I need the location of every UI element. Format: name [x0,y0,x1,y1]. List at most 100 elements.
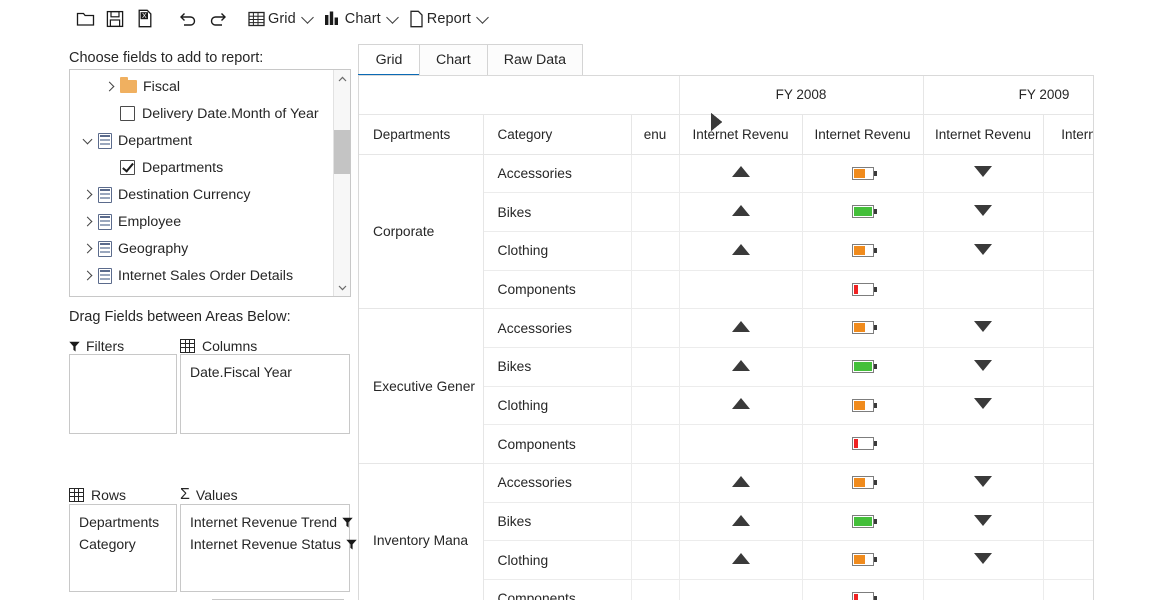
value-cell [1043,270,1094,310]
tab-chart[interactable]: Chart [419,44,488,75]
field-panel: Choose fields to add to report: Fiscal De… [0,37,357,600]
pivot-column-header[interactable]: Internet Rever [1043,114,1093,155]
values-dropzone[interactable]: Internet Revenue Trend Internet Revenue S… [180,504,357,592]
category-cell: Bikes [483,192,632,232]
save-icon[interactable] [100,4,130,34]
value-cell [679,192,803,232]
grid-menu-label: Grid [268,10,296,27]
status-gauge-icon [851,243,878,257]
rows-dropzone[interactable]: Departments Category [69,504,177,592]
value-cell [1043,463,1093,503]
trend-down-icon [974,166,993,178]
table-icon [98,186,112,203]
pivot-grid[interactable]: FY 2008 FY 2009 Departments Category enu Int… [358,75,1094,600]
field-chip[interactable]: Departments [79,511,167,533]
collapse-down-icon[interactable] [76,134,98,146]
field-tree-node[interactable]: Internet Sales Order Details [70,262,332,289]
field-tree-node[interactable]: Destination Currency [70,181,332,208]
grid-icon [180,339,195,353]
export-excel-icon[interactable]: X [130,4,160,34]
columns-title: Columns [202,338,258,354]
pivot-top-header-cell [359,76,680,115]
field-tree-node[interactable]: Departments [70,154,332,181]
scroll-up-icon[interactable] [334,70,350,87]
group-cell: Inventory Mana [359,463,484,600]
trend-up-icon [731,553,750,565]
redo-icon[interactable] [203,4,233,34]
pivot-column-header[interactable]: Departments [359,114,484,155]
expand-right-icon[interactable] [76,189,98,200]
chart-menu[interactable]: Chart [322,4,399,34]
filters-title: Filters [86,338,125,354]
expand-right-icon[interactable] [76,270,98,281]
table-row[interactable]: Executive Gener Accessories [359,308,1093,464]
status-gauge-icon [851,553,878,567]
tab-grid[interactable]: Grid [358,44,420,76]
spacer-cell [631,308,680,348]
value-cell [679,231,803,271]
pivot-column-header[interactable]: Internet Revenu [679,114,803,155]
pivot-column-header[interactable]: Internet Revenu [923,114,1044,155]
field-tree-node[interactable]: Fiscal [70,73,332,100]
drag-fields-label: Drag Fields between Areas Below: [69,309,291,325]
value-cell [802,540,924,581]
pivot-top-header-cell: FY 2009 [923,76,1093,115]
columns-dropzone[interactable]: Date.Fiscal Year [180,354,350,434]
scrollbar-thumb[interactable] [334,130,350,174]
undo-icon[interactable] [173,4,203,34]
funnel-icon [69,341,80,351]
field-tree-node[interactable]: Geography [70,235,332,262]
status-gauge-icon [1093,205,1094,218]
table-row[interactable]: Inventory Mana Accessories [359,463,1093,600]
spacer-cell [631,347,680,387]
trend-up-icon [731,205,750,217]
status-gauge-icon [851,205,878,219]
scroll-down-icon[interactable] [334,279,350,296]
field-tree-node[interactable]: Employee [70,208,332,235]
filters-dropzone[interactable] [69,354,177,434]
values-area-header: Σ Values [180,487,238,504]
field-tree-label: Destination Currency [118,186,251,203]
field-chip[interactable]: Internet Revenue Status [190,533,357,555]
category-cell: Accessories [483,308,632,348]
open-folder-icon[interactable] [70,4,100,34]
pivot-column-header[interactable]: Category [483,114,632,155]
value-cell [923,154,1044,194]
field-checkbox[interactable] [120,106,135,121]
value-cell [1043,386,1094,426]
tab-raw-data[interactable]: Raw Data [486,44,583,75]
rows-title: Rows [91,487,127,503]
status-gauge-icon [1093,283,1094,296]
category-cell: Bikes [483,502,632,542]
value-cell [923,386,1044,426]
status-gauge-icon [1093,360,1094,373]
field-tree-label: Department [118,132,193,149]
expand-right-icon[interactable] [76,216,98,227]
field-checkbox[interactable] [120,160,135,175]
trend-up-icon [731,243,750,255]
pivot-table: FY 2008 FY 2009 Departments Category enu Int… [359,76,1094,600]
grid-menu[interactable]: Grid [246,4,314,34]
field-tree-node[interactable]: Department [70,127,332,154]
field-chip[interactable]: Internet Revenue Trend [190,511,353,533]
field-list-scrollbar[interactable] [333,70,350,296]
spacer-cell [631,463,680,503]
field-tree-node[interactable]: Delivery Date.Month of Year [70,100,332,127]
pivot-column-header[interactable]: Internet Revenu [802,114,924,155]
pivot-column-header[interactable]: enu [631,114,680,155]
chevron-down-icon [300,10,314,24]
status-gauge-icon [1093,437,1094,450]
table-icon [98,240,112,257]
field-chip[interactable]: Category [79,533,167,555]
expand-right-icon[interactable] [76,243,98,254]
expand-right-icon[interactable] [98,81,120,92]
status-gauge-icon [1093,399,1094,412]
status-gauge-icon [1093,167,1094,180]
spacer-cell [631,502,680,542]
field-chip[interactable]: Date.Fiscal Year [190,361,340,383]
table-row[interactable]: Corporate Accessories [359,154,1094,310]
filters-area-header: Filters [69,338,124,354]
report-menu[interactable]: Report [407,4,489,34]
trend-down-icon [974,553,993,565]
choose-fields-label: Choose fields to add to report: [69,50,264,66]
